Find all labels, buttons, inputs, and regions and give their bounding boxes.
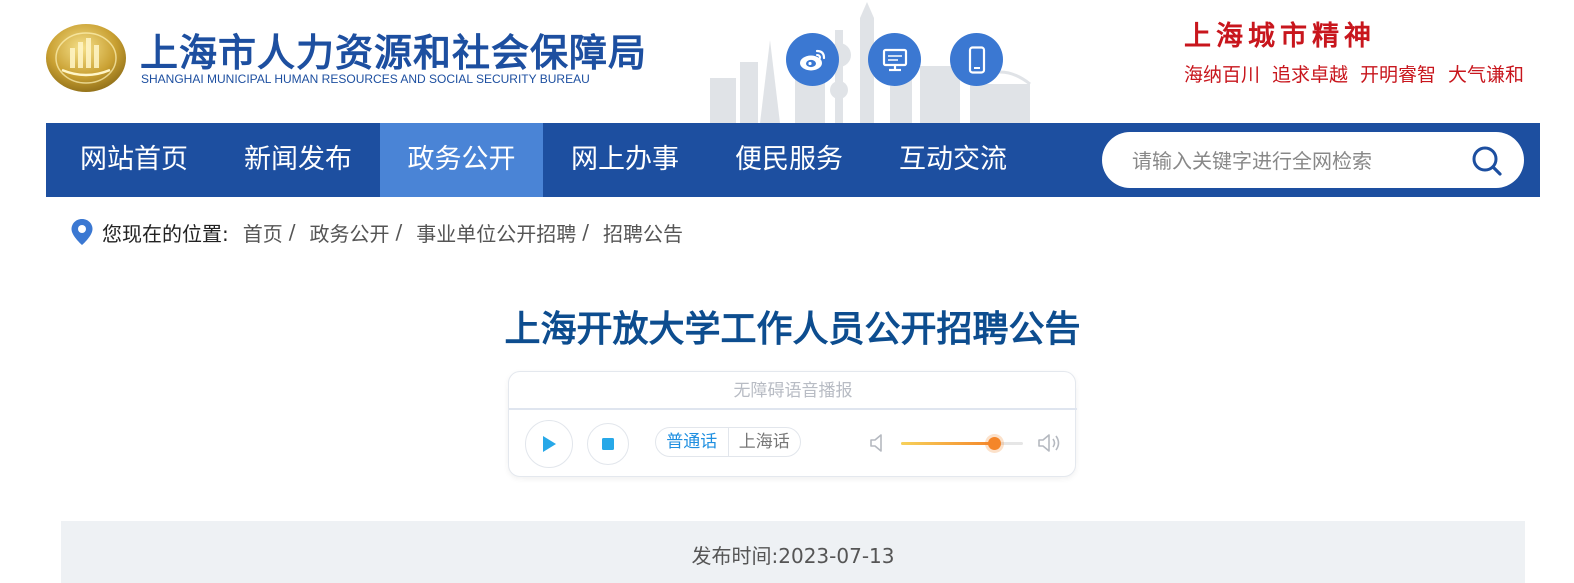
nav-item-government-affairs[interactable]: 政务公开	[380, 123, 543, 197]
desktop-site-button[interactable]	[868, 33, 921, 86]
nav-item-news[interactable]: 新闻发布	[216, 123, 380, 197]
city-spirit-title: 上海城市精神	[1184, 21, 1376, 52]
breadcrumb-label: 您现在的位置:	[102, 221, 229, 246]
nav-item-interaction[interactable]: 互动交流	[871, 123, 1035, 197]
breadcrumb-public-recruitment[interactable]: 事业单位公开招聘	[416, 218, 576, 247]
spirit-phrase: 大气谦和	[1448, 64, 1525, 86]
site-search	[1102, 132, 1524, 190]
mobile-icon	[968, 45, 985, 74]
spirit-phrase: 开明睿智	[1360, 64, 1437, 86]
main-nav: 网站首页 新闻发布 政务公开 网上办事 便民服务 互动交流	[46, 123, 1540, 197]
play-button[interactable]	[525, 420, 573, 468]
city-spirit-phrases: 海纳百川 追求卓越 开明睿智 大气谦和	[1184, 60, 1524, 87]
breadcrumb-separator: /	[582, 220, 589, 244]
mandarin-option[interactable]: 普通话	[656, 428, 728, 456]
accessibility-audio-player: 无障碍语音播报 普通话 上海话	[508, 371, 1077, 477]
player-title: 无障碍语音播报	[509, 372, 1077, 410]
nav-item-online-services[interactable]: 网上办事	[543, 123, 707, 197]
publish-info: 发布时间:2023-07-13	[61, 540, 1525, 569]
publish-date: 2023-07-13	[778, 544, 895, 568]
org-name-en: SHANGHAI MUNICIPAL HUMAN RESOURCES AND S…	[141, 72, 590, 86]
search-input[interactable]	[1130, 132, 1464, 190]
weibo-icon	[799, 49, 825, 70]
breadcrumb-separator: /	[288, 220, 296, 244]
breadcrumb-separator: /	[395, 220, 403, 244]
search-icon[interactable]	[1470, 144, 1504, 178]
nav-item-home[interactable]: 网站首页	[46, 123, 222, 197]
breadcrumb-home[interactable]: 首页	[243, 218, 283, 247]
volume-slider-fill	[901, 442, 994, 445]
spirit-phrase: 海纳百川	[1184, 64, 1261, 86]
location-pin-icon	[71, 219, 93, 245]
shanghainese-option[interactable]: 上海话	[727, 428, 801, 456]
volume-slider-handle[interactable]	[987, 437, 1001, 450]
dialect-switch: 普通话 上海话	[655, 427, 801, 457]
article-title: 上海开放大学工作人员公开招聘公告	[504, 309, 1081, 350]
weibo-button[interactable]	[786, 33, 839, 86]
nav-item-public-services[interactable]: 便民服务	[707, 123, 871, 197]
article-meta-bar: 发布时间:2023-07-13	[61, 521, 1525, 583]
breadcrumb-recruitment-notice[interactable]: 招聘公告	[603, 218, 683, 247]
volume-slider[interactable]	[901, 437, 1023, 450]
stop-button[interactable]	[587, 423, 629, 465]
spirit-phrase: 追求卓越	[1272, 64, 1349, 86]
bureau-logo-emblem[interactable]	[44, 18, 128, 94]
breadcrumb: 您现在的位置: 首页 / 政务公开 / 事业单位公开招聘 / 招聘公告	[70, 215, 683, 249]
publish-label: 发布时间:	[691, 544, 779, 568]
breadcrumb-government-affairs[interactable]: 政务公开	[310, 218, 390, 247]
play-icon	[543, 436, 556, 452]
stop-icon	[602, 438, 614, 450]
desktop-icon	[882, 48, 907, 71]
mobile-site-button[interactable]	[950, 33, 1003, 86]
volume-low-icon[interactable]	[869, 432, 887, 454]
org-name-cn[interactable]: 上海市人力资源和社会保障局	[140, 22, 647, 77]
volume-high-icon[interactable]	[1037, 432, 1063, 454]
site-header: 上海市人力资源和社会保障局 SHANGHAI MUNICIPAL HUMAN R…	[0, 0, 1574, 123]
